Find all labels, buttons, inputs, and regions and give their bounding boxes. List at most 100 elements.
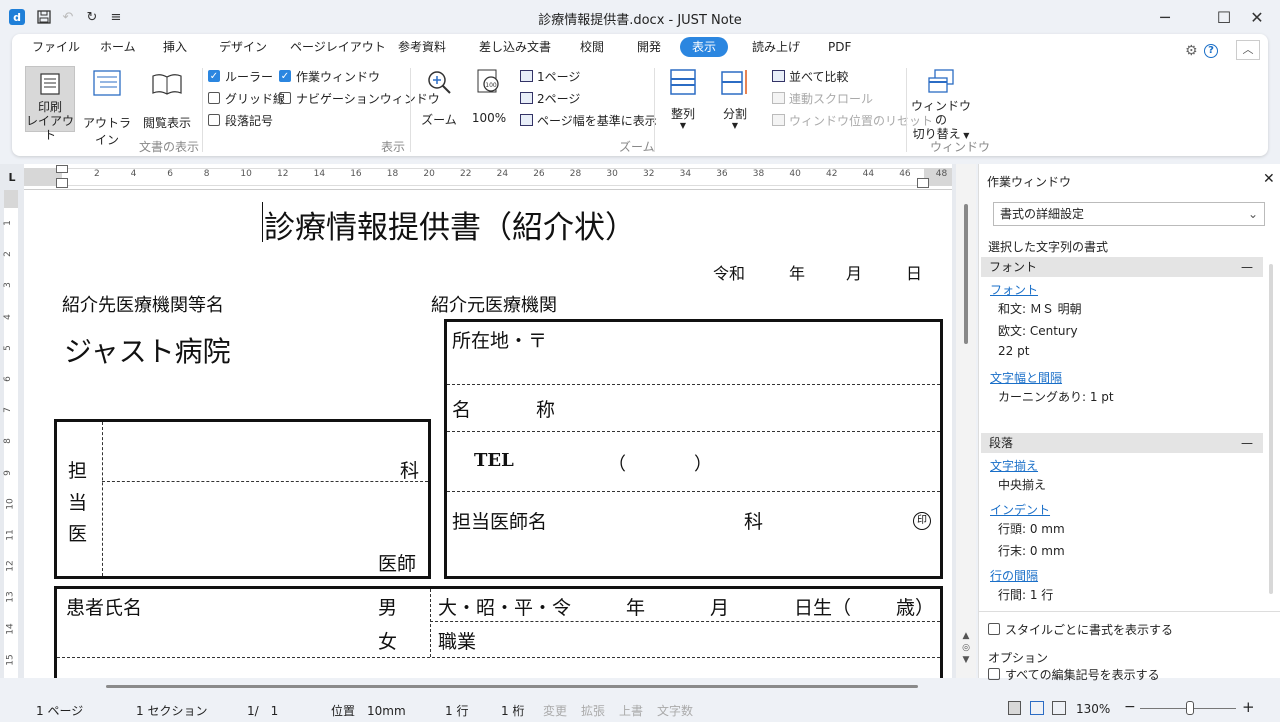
tel-label[interactable]: TEL <box>474 450 514 471</box>
status-position[interactable]: 位置 10mm <box>331 702 406 719</box>
reset-window-position-button[interactable]: ウィンドウ位置のリセット <box>772 111 933 129</box>
print-layout-view-icon[interactable] <box>1008 701 1021 715</box>
patient-name-label[interactable]: 患者氏名 <box>66 593 142 620</box>
outline-button[interactable]: アウトライン <box>80 66 134 147</box>
tab-design[interactable]: デザイン <box>219 37 267 57</box>
ruler-checkbox[interactable]: ✓ ルーラー <box>208 67 273 85</box>
from-department-label[interactable]: 科 <box>744 507 763 534</box>
attending-char-1[interactable]: 担 <box>68 456 87 483</box>
department-label[interactable]: 科 <box>400 456 419 483</box>
vertical-ruler[interactable]: 1 2 3 4 5 6 7 8 9 10 11 12 13 14 15 <box>0 190 24 678</box>
birth-era-label[interactable]: 大・昭・平・令 <box>438 593 571 620</box>
collapse-icon[interactable]: — <box>1241 257 1253 277</box>
tab-view[interactable]: 表示 <box>680 37 729 57</box>
right-indent-marker[interactable] <box>917 178 929 188</box>
sync-scroll-button[interactable]: 連動スクロール <box>772 89 873 107</box>
zoom-out-icon[interactable]: − <box>1124 699 1136 715</box>
age-label[interactable]: 歳） <box>896 593 934 620</box>
status-extend[interactable]: 拡張 <box>581 702 605 719</box>
alignment-link[interactable]: 文字揃え <box>990 457 1038 474</box>
page-width-button[interactable]: ページ幅を基準に表示 <box>520 111 657 129</box>
address-label[interactable]: 所在地・〒 <box>452 326 547 353</box>
side-by-side-button[interactable]: 並べて比較 <box>772 67 849 85</box>
two-pages-button[interactable]: 2ページ <box>520 89 580 107</box>
zoom-level[interactable]: 130% <box>1076 702 1110 716</box>
zoom-in-icon[interactable]: + <box>1242 698 1255 716</box>
page-nav-icons[interactable]: ▲ ◎ ▼ <box>960 630 972 666</box>
task-pane-scrollbar[interactable] <box>1269 264 1273 594</box>
task-window-checkbox[interactable]: ✓ 作業ウィンドウ <box>279 67 380 85</box>
female-label[interactable]: 女 <box>378 627 397 654</box>
format-details-select[interactable]: 書式の詳細設定 ⌄ <box>993 202 1265 226</box>
help-icon[interactable]: ? <box>1204 44 1218 58</box>
settings-gear-icon[interactable]: ⚙ <box>1185 43 1198 59</box>
status-page[interactable]: 1 ページ <box>36 702 83 719</box>
tab-mailings[interactable]: 差し込み文書 <box>479 37 551 57</box>
outline-view-icon[interactable] <box>1030 701 1044 715</box>
birth-day-label[interactable]: 日生（ <box>794 593 851 620</box>
show-format-by-style-checkbox[interactable]: スタイルごとに書式を表示する <box>988 620 1173 638</box>
zoom-100-button[interactable]: 100 100% <box>468 68 510 130</box>
date-day[interactable]: 日 <box>906 260 922 284</box>
paragraph-section-header[interactable]: 段落 — <box>981 433 1263 453</box>
seal-mark[interactable]: 印 <box>913 512 931 530</box>
tab-references[interactable]: 参考資料 <box>398 37 446 57</box>
institution-name-label-a[interactable]: 名 <box>452 395 471 422</box>
line-spacing-link[interactable]: 行の間隔 <box>990 567 1038 584</box>
birth-year-label[interactable]: 年 <box>626 593 645 620</box>
status-column[interactable]: 1 桁 <box>501 702 524 719</box>
horizontal-ruler[interactable]: 2 4 6 8 10 12 14 16 18 20 22 24 26 28 30 32 34 36 38 40 42 44… <box>24 164 952 190</box>
zoom-slider-thumb[interactable] <box>1186 701 1194 715</box>
tab-selector[interactable]: L <box>0 164 24 190</box>
collapse-icon[interactable]: — <box>1241 433 1253 453</box>
char-spacing-link[interactable]: 文字幅と間隔 <box>990 369 1062 386</box>
horizontal-scroll-thumb[interactable] <box>106 685 918 688</box>
date-era[interactable]: 令和 <box>713 260 745 284</box>
arrange-button[interactable]: 整列 ▼ <box>662 68 704 134</box>
tab-insert[interactable]: 挿入 <box>163 37 187 57</box>
left-indent-marker[interactable] <box>56 178 68 188</box>
print-layout-button[interactable]: 印刷 レイアウト <box>25 66 75 142</box>
birth-month-label[interactable]: 月 <box>710 593 729 620</box>
show-all-marks-checkbox[interactable]: すべての編集記号を表示する <box>988 665 1160 683</box>
gridlines-checkbox[interactable]: グリッド線 <box>208 89 285 107</box>
doctor-label[interactable]: 医師 <box>378 549 416 576</box>
status-word-count[interactable]: 文字数 <box>657 702 693 719</box>
status-line[interactable]: 1 行 <box>445 702 468 719</box>
switch-window-button[interactable]: ウィンドウの 切り替え ▼ <box>910 68 972 141</box>
document-page[interactable]: 診療情報提供書（紹介状） 令和 年 月 日 紹介先医療機関等名 紹介元医療機関 … <box>24 190 952 678</box>
status-change[interactable]: 変更 <box>543 702 567 719</box>
zoom-button[interactable]: ズーム <box>416 68 462 130</box>
paragraph-marks-checkbox[interactable]: 段落記号 <box>208 111 273 129</box>
occupation-label[interactable]: 職業 <box>438 627 476 654</box>
referral-to-label[interactable]: 紹介先医療機関等名 <box>62 291 224 317</box>
tel-paren-open[interactable]: （ <box>608 450 626 476</box>
font-link[interactable]: フォント <box>990 281 1038 298</box>
close-button[interactable]: ✕ <box>1234 0 1280 34</box>
tab-home[interactable]: ホーム <box>100 37 136 57</box>
indent-link[interactable]: インデント <box>990 501 1050 518</box>
tab-file[interactable]: ファイル <box>32 37 80 57</box>
status-overwrite[interactable]: 上書 <box>619 702 643 719</box>
reading-view-button[interactable]: 閲覧表示 <box>140 66 194 132</box>
tab-developer[interactable]: 開発 <box>637 37 661 57</box>
tel-paren-close[interactable]: ） <box>694 450 712 476</box>
institution-name-label-b[interactable]: 称 <box>536 395 555 422</box>
one-page-button[interactable]: 1ページ <box>520 67 580 85</box>
first-line-indent-marker[interactable] <box>56 165 68 173</box>
vertical-scrollbar[interactable]: ▲ ◎ ▼ <box>956 164 976 678</box>
tab-read-aloud[interactable]: 読み上げ <box>752 37 800 57</box>
status-page-count[interactable]: 1/ 1 <box>247 702 278 719</box>
attending-char-2[interactable]: 当 <box>68 488 87 515</box>
document-title[interactable]: 診療情報提供書（紹介状） <box>264 202 636 247</box>
tab-pdf[interactable]: PDF <box>828 37 851 57</box>
male-label[interactable]: 男 <box>378 593 397 620</box>
task-pane-close-icon[interactable]: ✕ <box>1263 171 1275 187</box>
referral-to-name[interactable]: ジャスト病院 <box>64 330 231 370</box>
minimize-button[interactable]: ─ <box>1142 0 1188 34</box>
tab-page-layout[interactable]: ページレイアウト <box>290 37 386 57</box>
date-month[interactable]: 月 <box>846 260 862 284</box>
doctor-name-label[interactable]: 担当医師名 <box>452 507 547 534</box>
date-year[interactable]: 年 <box>789 260 805 284</box>
tab-review[interactable]: 校閲 <box>580 37 604 57</box>
